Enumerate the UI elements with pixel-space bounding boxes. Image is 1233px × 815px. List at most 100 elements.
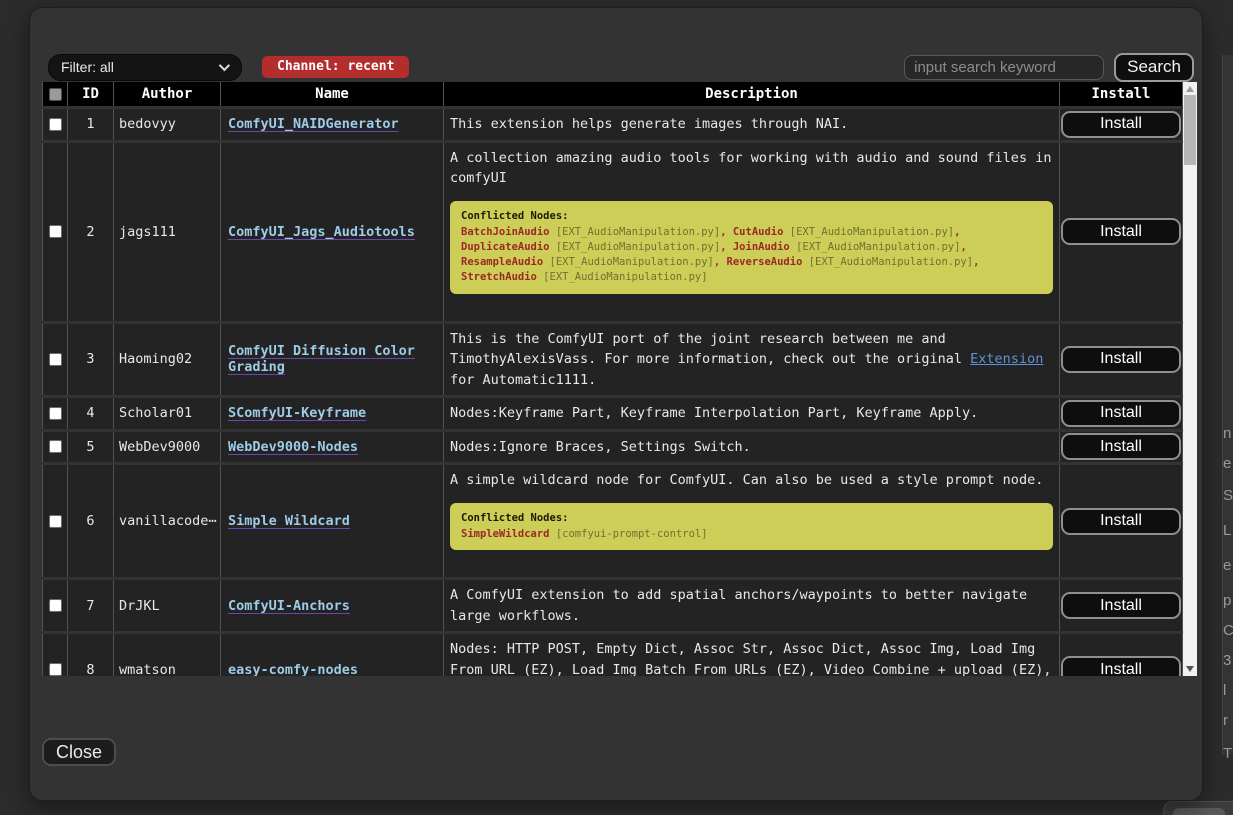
background-text-fragment: C [1223, 622, 1233, 639]
install-button[interactable]: Install [1061, 218, 1181, 245]
close-button[interactable]: Close [42, 738, 116, 766]
conflicted-nodes-warning: Conflicted Nodes:SimpleWildcard [comfyui… [450, 503, 1053, 550]
background-text-fragment: L [1223, 522, 1231, 539]
scrollbar-thumb[interactable] [1184, 95, 1196, 165]
row-checkbox[interactable] [49, 515, 62, 528]
table-row: 8 wmatson easy-comfy-nodes Nodes: HTTP P… [42, 634, 1183, 676]
table-row: 4 Scholar01 SComfyUI-Keyframe Nodes:Keyf… [42, 398, 1183, 429]
row-id: 8 [68, 634, 114, 676]
extension-name-link[interactable]: Simple Wildcard [228, 513, 350, 529]
row-id: 6 [68, 465, 114, 577]
background-button-sliver [1173, 808, 1225, 815]
row-author: bedovyy [114, 109, 221, 140]
scroll-down-arrow-icon[interactable] [1186, 666, 1194, 672]
background-text-fragment: p [1223, 592, 1231, 609]
row-checkbox[interactable] [49, 407, 62, 420]
install-button[interactable]: Install [1061, 400, 1181, 427]
row-id: 2 [68, 143, 114, 321]
custom-nodes-dialog: Filter: all Channel: recent Search ID Au… [30, 8, 1202, 800]
column-header-author: Author [114, 82, 221, 106]
description-text: Nodes:Ignore Braces, Settings Switch. [450, 437, 1053, 458]
description-inline-link[interactable]: Extension [970, 351, 1043, 367]
install-button[interactable]: Install [1061, 433, 1181, 460]
row-description: Nodes:Keyframe Part, Keyframe Interpolat… [444, 398, 1060, 429]
row-checkbox[interactable] [49, 663, 62, 676]
table-row: 6 vanillacode⋯ Simple Wildcard A simple … [42, 465, 1183, 577]
background-menu-panel [1222, 55, 1233, 755]
dialog-toolbar: Filter: all Channel: recent Search [48, 52, 1196, 82]
row-author: Scholar01 [114, 398, 221, 429]
column-header-checkbox [42, 82, 68, 106]
table-row: 7 DrJKL ComfyUI-Anchors A ComfyUI extens… [42, 580, 1183, 631]
row-author: jags111 [114, 143, 221, 321]
column-header-description: Description [444, 82, 1060, 106]
extension-name-link[interactable]: ComfyUI Diffusion Color Grading [228, 343, 415, 375]
extension-name-link[interactable]: ComfyUI_NAIDGenerator [228, 116, 399, 132]
select-all-checkbox[interactable] [49, 88, 62, 101]
row-id: 1 [68, 109, 114, 140]
row-checkbox[interactable] [49, 440, 62, 453]
table-row: 1 bedovyy ComfyUI_NAIDGenerator This ext… [42, 109, 1183, 140]
description-text: This extension helps generate images thr… [450, 114, 1053, 135]
conflicted-nodes-list: BatchJoinAudio [EXT_AudioManipulation.py… [461, 225, 1042, 286]
table-row: 5 WebDev9000 WebDev9000-Nodes Nodes:Igno… [42, 432, 1183, 463]
row-checkbox[interactable] [49, 118, 62, 131]
row-author: Haoming02 [114, 324, 221, 396]
row-description: A simple wildcard node for ComfyUI. Can … [444, 465, 1060, 577]
filter-select-value: Filter: all [61, 59, 219, 75]
conflicted-nodes-warning: Conflicted Nodes:BatchJoinAudio [EXT_Aud… [450, 201, 1053, 294]
description-text: Nodes:Keyframe Part, Keyframe Interpolat… [450, 403, 1053, 424]
table-header-row: ID Author Name Description Install [42, 82, 1183, 106]
row-description: This is the ComfyUI port of the joint re… [444, 324, 1060, 396]
row-checkbox[interactable] [49, 353, 62, 366]
row-id: 4 [68, 398, 114, 429]
background-text-fragment: n [1223, 425, 1231, 442]
row-author: wmatson [114, 634, 221, 676]
column-header-id: ID [68, 82, 114, 106]
background-text-fragment: e [1223, 557, 1231, 574]
row-description: A ComfyUI extension to add spatial ancho… [444, 580, 1060, 631]
search-input[interactable] [904, 55, 1104, 80]
conflicted-nodes-title: Conflicted Nodes: [461, 511, 1042, 526]
row-description: Nodes:Ignore Braces, Settings Switch. [444, 432, 1060, 463]
install-button[interactable]: Install [1061, 346, 1181, 373]
conflicted-nodes-title: Conflicted Nodes: [461, 209, 1042, 224]
description-text: A ComfyUI extension to add spatial ancho… [450, 585, 1053, 626]
install-button[interactable]: Install [1061, 592, 1181, 619]
column-header-name: Name [221, 82, 444, 106]
extensions-table-body: 1 bedovyy ComfyUI_NAIDGenerator This ext… [42, 109, 1183, 676]
extensions-table: ID Author Name Description Install 1 bed… [42, 82, 1197, 676]
row-id: 7 [68, 580, 114, 631]
install-button[interactable]: Install [1061, 111, 1181, 138]
extension-name-link[interactable]: SComfyUI-Keyframe [228, 405, 366, 421]
chevron-down-icon [219, 60, 230, 71]
background-text-fragment: r [1223, 712, 1228, 729]
extension-name-link[interactable]: easy-comfy-nodes [228, 662, 358, 676]
column-header-install: Install [1060, 82, 1183, 106]
row-author: DrJKL [114, 580, 221, 631]
row-checkbox[interactable] [49, 599, 62, 612]
table-scrollbar[interactable] [1183, 82, 1197, 676]
background-text-fragment: S [1223, 487, 1233, 504]
row-description: This extension helps generate images thr… [444, 109, 1060, 140]
description-text: A simple wildcard node for ComfyUI. Can … [450, 470, 1053, 491]
filter-select[interactable]: Filter: all [48, 54, 242, 81]
background-page-edge: neSLepC3lrT [1200, 0, 1233, 815]
background-text-fragment: l [1223, 682, 1226, 699]
row-description: A collection amazing audio tools for wor… [444, 143, 1060, 321]
extension-name-link[interactable]: ComfyUI-Anchors [228, 598, 350, 614]
extension-name-link[interactable]: WebDev9000-Nodes [228, 439, 358, 455]
scroll-up-arrow-icon[interactable] [1186, 86, 1194, 92]
search-button[interactable]: Search [1114, 53, 1194, 82]
install-button[interactable]: Install [1061, 508, 1181, 535]
description-text: Nodes: HTTP POST, Empty Dict, Assoc Str,… [450, 639, 1053, 676]
description-text: This is the ComfyUI port of the joint re… [450, 329, 1053, 391]
row-checkbox[interactable] [49, 225, 62, 238]
background-text-fragment: 3 [1223, 652, 1231, 669]
install-button[interactable]: Install [1061, 656, 1181, 676]
table-row: 3 Haoming02 ComfyUI Diffusion Color Grad… [42, 324, 1183, 396]
background-text-fragment: T [1223, 745, 1232, 762]
row-id: 5 [68, 432, 114, 463]
row-author: vanillacode⋯ [114, 465, 221, 577]
extension-name-link[interactable]: ComfyUI_Jags_Audiotools [228, 224, 415, 240]
